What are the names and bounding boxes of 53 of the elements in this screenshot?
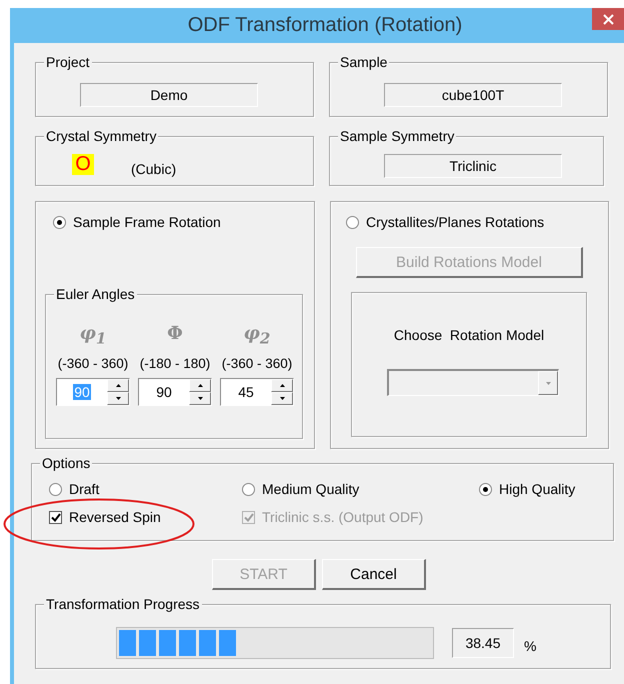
model-label: Choose Rotation Model xyxy=(392,327,546,343)
group-label: Sample xyxy=(338,54,390,70)
percent-unit: % xyxy=(524,638,536,654)
angle-symbol: φ$_{1}$ xyxy=(80,323,106,347)
down-arrow-icon xyxy=(116,397,120,400)
radio-label: Draft xyxy=(69,481,100,497)
radio-button[interactable] xyxy=(242,482,255,496)
angle-symbol: φ$_{2}$ xyxy=(244,323,270,347)
angle-symbol: Φ xyxy=(167,323,183,346)
down-arrow-icon xyxy=(198,397,202,400)
progress-reading: 38.45 xyxy=(452,628,514,658)
angle-range: (-360 - 360) xyxy=(222,356,292,371)
spin-down-button[interactable] xyxy=(271,392,293,405)
angle-range: (-360 - 360) xyxy=(58,356,128,371)
spin-up-button[interactable] xyxy=(271,379,293,392)
group-label: Sample Symmetry xyxy=(338,128,456,144)
radio-label: Sample Frame Rotation xyxy=(73,214,221,230)
radio-button[interactable] xyxy=(479,482,492,496)
checkbox[interactable] xyxy=(49,510,62,524)
sample-field: cube100T xyxy=(384,83,562,107)
spin-down-button[interactable] xyxy=(189,392,211,405)
window-title: ODF Transformation (Rotation) xyxy=(188,14,462,37)
symmetry-symbol: O xyxy=(72,154,94,174)
radio-label: Crystallites/Planes Rotations xyxy=(366,214,544,230)
project-field: Demo xyxy=(80,83,258,107)
checkbox-label: Reversed Spin xyxy=(69,509,161,525)
angle-range: (-180 - 180) xyxy=(140,356,210,371)
angle-spinner[interactable]: 90 xyxy=(138,378,212,406)
group-label: Euler Angles xyxy=(54,286,137,302)
close-icon xyxy=(602,14,614,24)
radio-label: High Quality xyxy=(499,481,576,497)
up-arrow-icon xyxy=(280,384,284,387)
radio-button[interactable] xyxy=(346,216,359,228)
radio-button[interactable] xyxy=(49,482,62,496)
checkbox-label: Triclinic s.s. (Output ODF) xyxy=(262,509,424,525)
group-label: Options xyxy=(40,455,92,471)
down-arrow-icon xyxy=(280,397,284,400)
up-arrow-icon xyxy=(116,384,120,387)
sample-symmetry-field: Triclinic xyxy=(384,154,562,178)
spin-up-button[interactable] xyxy=(189,379,211,392)
radio-button[interactable] xyxy=(53,216,66,228)
spin-up-button[interactable] xyxy=(107,379,129,392)
up-arrow-icon xyxy=(198,384,202,387)
radio-label: Medium Quality xyxy=(262,481,360,497)
angle-spinner[interactable]: 45 xyxy=(220,378,294,406)
down-arrow-icon xyxy=(546,382,550,384)
group-label: Transformation Progress xyxy=(44,596,202,612)
symmetry-name: (Cubic) xyxy=(131,161,176,177)
group-label: Project xyxy=(44,54,92,70)
spin-down-button[interactable] xyxy=(107,392,129,405)
group-label: Crystal Symmetry xyxy=(44,128,158,144)
cancel-button[interactable]: Cancel xyxy=(322,559,426,590)
close-button[interactable] xyxy=(592,8,624,30)
